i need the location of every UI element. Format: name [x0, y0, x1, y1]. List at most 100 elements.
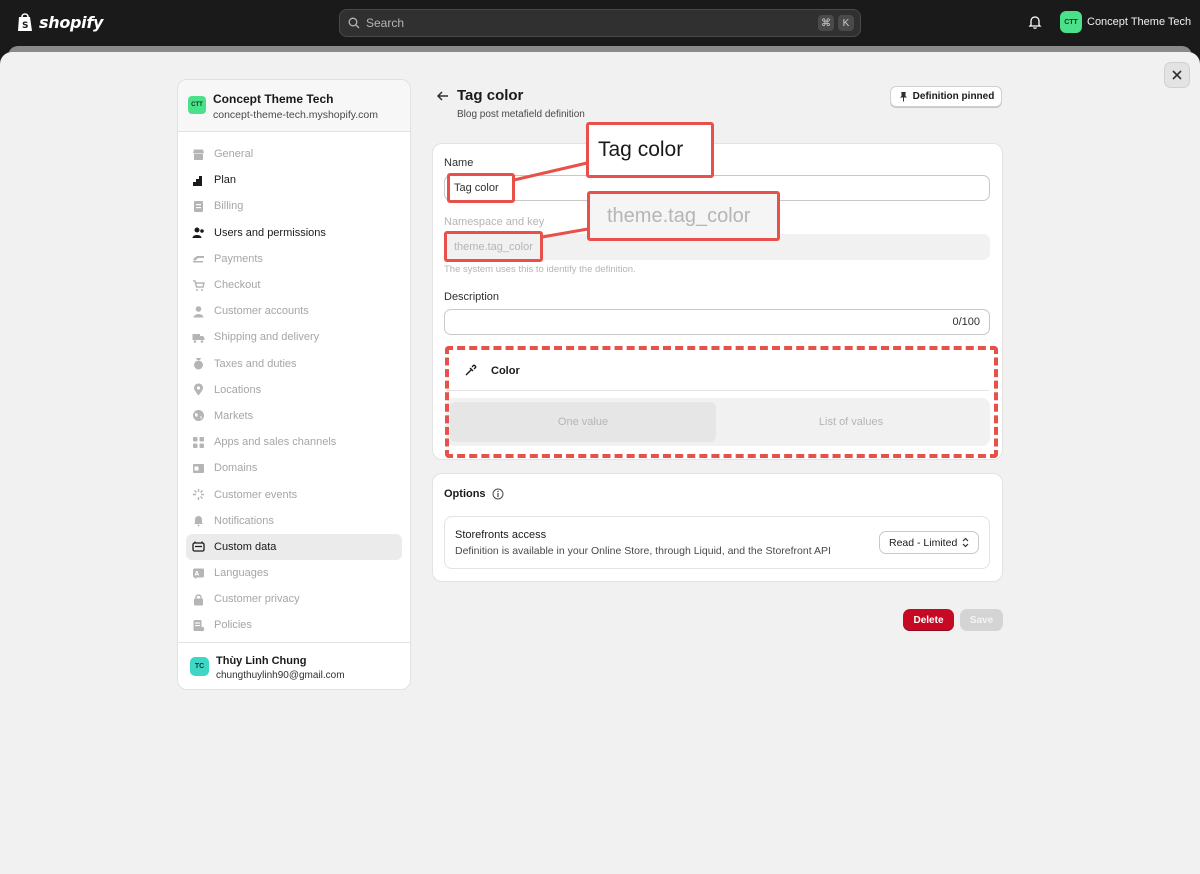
truck-icon — [192, 333, 205, 343]
description-field[interactable]: 0/100 — [444, 309, 990, 335]
back-arrow-icon[interactable] — [436, 89, 450, 103]
apps-icon — [193, 436, 204, 448]
sidebar-item-label: Custom data — [214, 540, 277, 553]
sidebar-item-label: Checkout — [214, 279, 261, 292]
sidebar-item-label: Customer accounts — [214, 305, 309, 318]
avatar: CTT — [1060, 11, 1082, 33]
description-label: Description — [444, 291, 500, 303]
sidebar-item-label: Policies — [214, 619, 252, 632]
user-footer[interactable]: TC Thùy Linh Chung chungthuylinh90@gmail… — [178, 642, 410, 689]
name-label: Name — [444, 157, 474, 169]
store-name: Concept Theme Tech — [1087, 16, 1192, 28]
svg-text:A: A — [195, 570, 200, 577]
sidebar-item-notifications[interactable]: Notifications — [186, 508, 402, 534]
command-key: ⌘ — [818, 15, 834, 31]
events-icon — [193, 489, 204, 501]
store-switcher[interactable]: CTT Concept Theme Tech — [1060, 11, 1191, 33]
sidebar-item-markets[interactable]: Markets — [186, 403, 402, 429]
globe-icon — [193, 410, 204, 422]
sidebar-item-taxes[interactable]: Taxes and duties — [186, 351, 402, 377]
search-icon — [348, 17, 360, 29]
sidebar-item-label: Notifications — [214, 514, 274, 527]
pin-label: Definition pinned — [912, 91, 995, 102]
namespace-callout: theme.tag_color — [587, 191, 780, 241]
sidebar-item-payments[interactable]: Payments — [186, 246, 402, 272]
sidebar-item-label: Taxes and duties — [214, 357, 297, 370]
delete-button[interactable]: Delete — [903, 609, 954, 631]
store-name: Concept Theme Tech — [213, 92, 334, 106]
sidebar-item-customer-privacy[interactable]: Customer privacy — [186, 586, 402, 612]
sidebar-item-domains[interactable]: Domains — [186, 455, 402, 481]
namespace-highlight — [444, 231, 543, 262]
lock-icon — [194, 594, 203, 606]
save-button[interactable]: Save — [960, 609, 1003, 631]
access-select[interactable]: Read - Limited — [879, 531, 979, 554]
plan-icon — [193, 175, 202, 186]
close-button[interactable] — [1164, 62, 1190, 88]
definition-pinned-button[interactable]: Definition pinned — [890, 86, 1002, 107]
bell-icon — [194, 516, 203, 527]
billing-icon — [194, 200, 203, 212]
sidebar-item-general[interactable]: General — [186, 141, 402, 167]
chevron-up-down-icon — [962, 537, 969, 548]
location-pin-icon — [194, 383, 203, 396]
shopify-bag-icon: S — [18, 13, 32, 31]
settings-sidebar: CTT Concept Theme Tech concept-theme-tec… — [177, 79, 411, 690]
domain-icon — [193, 463, 204, 473]
cart-icon — [193, 279, 205, 291]
name-highlight — [447, 173, 515, 203]
sidebar-item-apps[interactable]: Apps and sales channels — [186, 429, 402, 455]
sidebar-item-label: Billing — [214, 200, 244, 213]
sidebar-item-users[interactable]: Users and permissions — [186, 220, 402, 246]
policy-icon — [193, 619, 205, 632]
sidebar-item-languages[interactable]: A Languages — [186, 560, 402, 586]
sidebar-item-label: Shipping and delivery — [214, 331, 320, 344]
sidebar-item-plan[interactable]: Plan — [186, 167, 402, 193]
sidebar-item-shipping[interactable]: Shipping and delivery — [186, 324, 402, 350]
info-icon[interactable] — [492, 488, 504, 500]
access-value: Read - Limited — [889, 536, 958, 549]
sidebar-item-label: Apps and sales channels — [214, 436, 337, 449]
options-title: Options — [444, 488, 486, 500]
payments-icon — [193, 256, 204, 263]
store-icon — [193, 149, 204, 160]
store-avatar: CTT — [188, 96, 206, 114]
sidebar-item-label: Customer privacy — [214, 593, 300, 606]
sidebar-item-customer-events[interactable]: Customer events — [186, 481, 402, 507]
sidebar-item-label: Locations — [214, 383, 262, 396]
user-email: chungthuylinh90@gmail.com — [216, 670, 345, 681]
sidebar-item-label: Plan — [214, 174, 237, 187]
sidebar-item-billing[interactable]: Billing — [186, 193, 402, 219]
user-name: Thùy Linh Chung — [216, 655, 307, 667]
options-heading: Options — [444, 488, 504, 500]
sidebar-item-label: Markets — [214, 409, 254, 422]
language-icon: A — [193, 568, 204, 579]
sidebar-item-label: Payments — [214, 252, 263, 265]
namespace-help-text: The system uses this to identify the def… — [444, 264, 636, 275]
page-subtitle: Blog post metafield definition — [457, 109, 585, 120]
store-header[interactable]: CTT Concept Theme Tech concept-theme-tec… — [178, 80, 410, 132]
close-icon — [1172, 70, 1182, 80]
brand-name: shopify — [39, 12, 104, 32]
pin-icon — [899, 92, 907, 102]
sidebar-item-policies[interactable]: Policies — [186, 612, 402, 638]
custom-data-icon — [192, 541, 205, 553]
users-icon — [192, 227, 204, 239]
tax-icon — [194, 358, 203, 370]
sidebar-item-customer-accounts[interactable]: Customer accounts — [186, 298, 402, 324]
top-bar: S shopify Search ⌘ K CTT Concept Theme T… — [0, 0, 1200, 46]
search-input[interactable]: Search ⌘ K — [339, 9, 861, 37]
shopify-logo[interactable]: S shopify — [16, 12, 103, 32]
svg-text:S: S — [22, 21, 28, 31]
sidebar-item-locations[interactable]: Locations — [186, 377, 402, 403]
store-url: concept-theme-tech.myshopify.com — [213, 109, 378, 121]
page-title: Tag color — [457, 87, 524, 104]
sidebar-item-label: Customer events — [214, 488, 298, 501]
sidebar-item-checkout[interactable]: Checkout — [186, 272, 402, 298]
access-title: Storefronts access — [455, 529, 547, 541]
type-highlight-box — [445, 346, 998, 458]
sidebar-item-custom-data[interactable]: Custom data — [186, 533, 402, 560]
bell-icon[interactable] — [1027, 14, 1043, 30]
user-avatar: TC — [190, 657, 209, 676]
settings-nav: General Plan Billing Users and permissio… — [186, 141, 402, 639]
